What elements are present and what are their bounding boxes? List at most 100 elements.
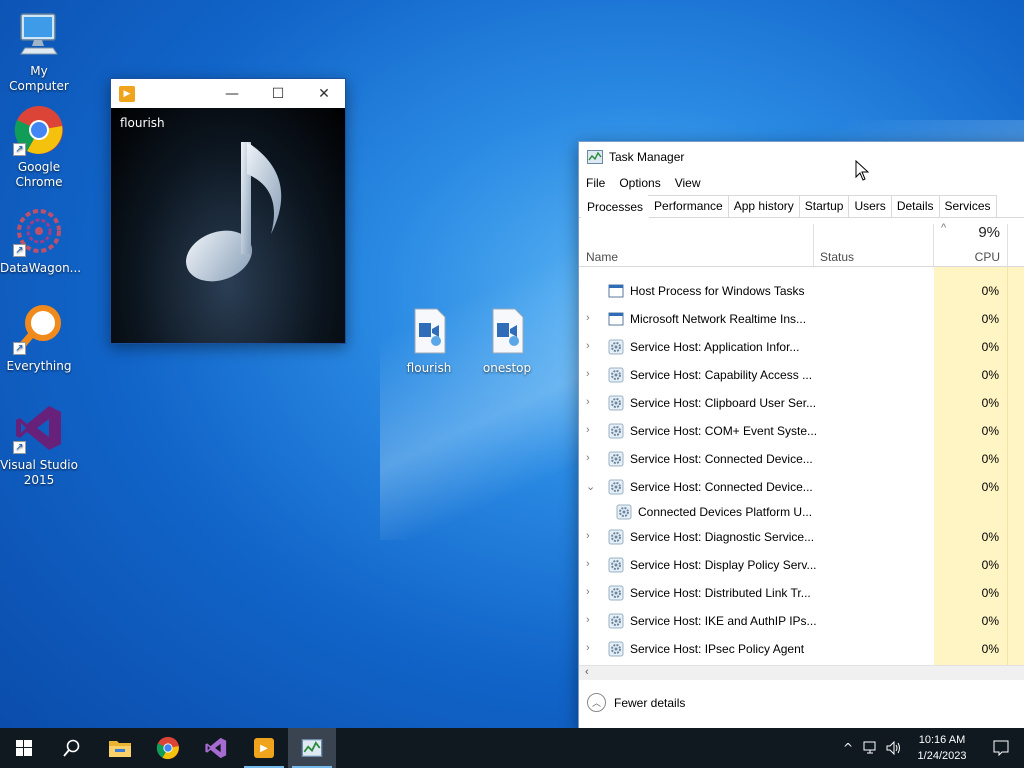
expand-chevron-icon[interactable]: › [586, 614, 596, 626]
media-player-window[interactable]: ▶ — ☐ ✕ flourish [110, 78, 346, 344]
process-row[interactable]: ⌄ Service Host: Connected Device... 0% [579, 473, 1024, 501]
expand-chevron-icon[interactable]: › [586, 530, 596, 542]
column-name[interactable]: Name [586, 250, 618, 264]
chevron-up-icon[interactable]: ︿ [587, 693, 606, 712]
search-button[interactable] [48, 728, 96, 768]
action-center-button[interactable] [978, 740, 1024, 756]
process-list[interactable]: Host Process for Windows Tasks 0% › Microso… [579, 267, 1024, 665]
maximize-button[interactable]: ☐ [255, 79, 301, 108]
scroll-left-icon[interactable]: ‹ [585, 666, 589, 678]
chrome-icon [156, 736, 180, 760]
expand-chevron-icon[interactable]: › [586, 312, 596, 324]
fewer-details-link[interactable]: Fewer details [614, 696, 685, 710]
process-cpu: 0% [934, 523, 1007, 551]
task-manager-icon [587, 150, 603, 164]
process-cpu: 0% [934, 445, 1007, 473]
start-icon [16, 740, 32, 756]
process-row[interactable]: › Microsoft Network Realtime Ins... 0% [579, 305, 1024, 333]
process-cpu: 0% [934, 473, 1007, 501]
table-row-partial[interactable] [579, 267, 1024, 269]
desktop-icon-my-computer[interactable]: My Computer [0, 8, 78, 94]
process-row[interactable]: › Service Host: Diagnostic Service... 0% [579, 523, 1024, 551]
column-divider[interactable] [1007, 224, 1008, 266]
tab-app-history[interactable]: App history [727, 195, 800, 217]
desktop-file-flourish[interactable]: flourish [390, 305, 468, 376]
process-row[interactable]: › Service Host: Distributed Link Tr... 0% [579, 579, 1024, 607]
menu-view[interactable]: View [675, 176, 701, 190]
process-cpu: 0% [934, 579, 1007, 607]
column-status[interactable]: Status [820, 250, 854, 264]
horizontal-scrollbar[interactable]: ‹ [579, 665, 1024, 680]
expand-chevron-icon[interactable]: › [586, 424, 596, 436]
gear-icon [608, 339, 624, 355]
process-row[interactable]: › Service Host: IKE and AuthIP IPs... 0% [579, 607, 1024, 635]
process-row[interactable]: › Service Host: Application Infor... 0% [579, 333, 1024, 361]
taskbar-chrome[interactable] [144, 728, 192, 768]
desktop-icon-google-chrome[interactable]: ↗ Google Chrome [0, 104, 78, 190]
process-row[interactable]: › Service Host: Clipboard User Ser... 0% [579, 389, 1024, 417]
network-icon[interactable] [860, 741, 882, 755]
gear-icon [608, 479, 624, 495]
collapse-chevron-icon[interactable]: ⌄ [586, 480, 596, 493]
expand-chevron-icon[interactable]: › [586, 452, 596, 464]
desktop-icon-visual-studio[interactable]: ↗ Visual Studio 2015 [0, 402, 78, 488]
desktop-icon-everything[interactable]: ↗ Everything [0, 303, 78, 374]
desktop-icon-datawagon[interactable]: ↗ DataWagon... [0, 205, 81, 276]
task-manager-titlebar[interactable]: Task Manager [579, 142, 1024, 172]
process-row[interactable]: › Service Host: Connected Device... 0% [579, 445, 1024, 473]
show-hidden-icons-chevron[interactable]: ^ [836, 741, 860, 755]
minimize-button[interactable]: — [209, 79, 255, 108]
expand-chevron-icon[interactable]: › [586, 396, 596, 408]
process-name: Service Host: Connected Device... [630, 452, 813, 466]
tab-users[interactable]: Users [848, 195, 892, 217]
volume-icon[interactable] [882, 741, 906, 755]
close-button[interactable]: ✕ [301, 79, 347, 108]
process-cpu: 0% [934, 389, 1007, 417]
mouse-pointer-icon [855, 160, 869, 181]
taskbar: ▶ ^ 10:16 AM 1/24/2023 [0, 728, 1024, 768]
process-row[interactable]: › Service Host: Display Policy Serv... 0% [579, 551, 1024, 579]
gear-icon [608, 585, 624, 601]
desktop-file-onestop[interactable]: onestop [468, 305, 546, 376]
menu-options[interactable]: Options [619, 176, 660, 190]
start-button[interactable] [0, 728, 48, 768]
expand-chevron-icon[interactable]: › [586, 340, 596, 352]
visual-studio-icon: ↗ [13, 402, 65, 454]
expand-chevron-icon[interactable]: › [586, 558, 596, 570]
column-cpu[interactable]: CPU [934, 250, 1000, 264]
visual-studio-icon [205, 737, 227, 759]
expand-chevron-icon[interactable]: › [586, 642, 596, 654]
process-row[interactable]: Host Process for Windows Tasks 0% [579, 277, 1024, 305]
tab-performance[interactable]: Performance [648, 195, 729, 217]
process-row[interactable]: › Service Host: COM+ Event Syste... 0% [579, 417, 1024, 445]
menu-bar: File Options View [579, 172, 1024, 194]
tab-services[interactable]: Services [938, 195, 997, 217]
gear-icon [608, 395, 624, 411]
media-display[interactable]: flourish [111, 108, 345, 343]
process-row[interactable]: › Service Host: Capability Access ... 0% [579, 361, 1024, 389]
taskbar-visual-studio[interactable] [192, 728, 240, 768]
video-file-icon [403, 305, 455, 357]
shortcut-arrow-icon: ↗ [13, 342, 26, 355]
window-process-icon [608, 312, 624, 326]
process-child-row[interactable]: Connected Devices Platform U... [579, 501, 1024, 523]
music-note-icon [181, 134, 291, 288]
expand-chevron-icon[interactable]: › [586, 586, 596, 598]
desktop-icon-label: Google Chrome [15, 160, 63, 189]
task-manager-window[interactable]: Task Manager File Options View Processes… [578, 141, 1024, 729]
tab-startup[interactable]: Startup [798, 195, 850, 217]
chrome-icon: ↗ [13, 104, 65, 156]
monitor-icon [13, 8, 65, 60]
process-cpu: 0% [934, 635, 1007, 663]
clock[interactable]: 10:16 AM 1/24/2023 [906, 732, 978, 764]
media-player-titlebar[interactable]: ▶ — ☐ ✕ [111, 79, 345, 108]
taskbar-file-explorer[interactable] [96, 728, 144, 768]
process-row[interactable]: › Service Host: IPsec Policy Agent 0% [579, 635, 1024, 663]
menu-file[interactable]: File [586, 176, 605, 190]
taskbar-task-manager[interactable] [288, 728, 336, 768]
taskbar-media-player[interactable]: ▶ [240, 728, 288, 768]
tab-details[interactable]: Details [890, 195, 940, 217]
column-divider[interactable] [813, 224, 814, 266]
expand-chevron-icon[interactable]: › [586, 368, 596, 380]
tab-processes[interactable]: Processes [581, 196, 650, 218]
